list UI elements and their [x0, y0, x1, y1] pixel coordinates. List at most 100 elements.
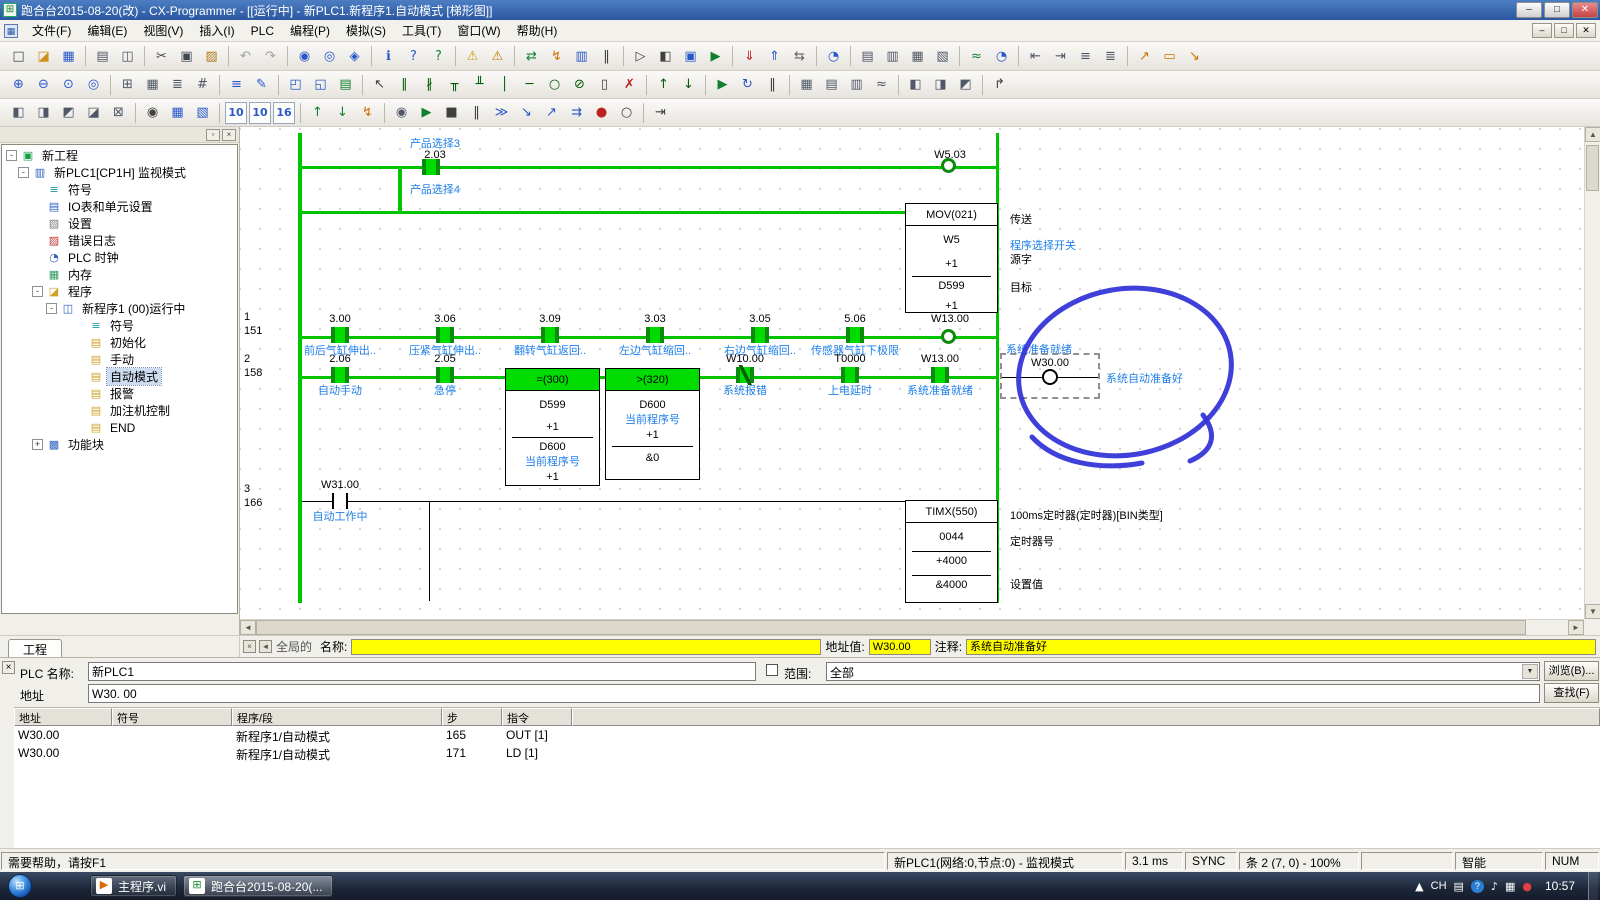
result-row[interactable]: W30.00 新程序1/自动模式 171 LD [1]: [14, 744, 1600, 762]
scrollbar-thumb[interactable]: [256, 620, 1526, 635]
monitor-icon[interactable]: ▥: [570, 45, 593, 67]
window-io-icon[interactable]: ▦: [906, 45, 929, 67]
auto-online-icon[interactable]: ↯: [545, 45, 568, 67]
language-indicator[interactable]: CH: [1431, 880, 1447, 892]
tree-item-settings[interactable]: ▧ 设置: [2, 215, 237, 232]
zoom-in-icon[interactable]: ⊕: [7, 74, 30, 96]
menu-item[interactable]: 工具(T): [394, 19, 449, 42]
split-window-button-2[interactable]: ◄: [259, 640, 272, 653]
debug-mode-icon[interactable]: ◧: [654, 45, 677, 67]
column-header-address[interactable]: 地址: [14, 708, 112, 726]
chevron-down-icon[interactable]: ▼: [1522, 664, 1538, 679]
menu-item[interactable]: PLC: [243, 21, 282, 41]
address-reference-icon[interactable]: ◈: [343, 45, 366, 67]
replace-icon[interactable]: ◎: [318, 45, 341, 67]
monitor-signed-decimal-icon[interactable]: 10: [249, 102, 271, 124]
nc-contact[interactable]: W10.00系统报错: [705, 353, 785, 397]
find-button[interactable]: 查找(F): [1544, 683, 1599, 703]
contact-nc-icon[interactable]: ∦: [418, 74, 441, 96]
tree-item-section-auto[interactable]: ▤ 自动模式: [2, 368, 237, 385]
copy-icon[interactable]: ▣: [175, 45, 198, 67]
work-online-icon[interactable]: ⇄: [520, 45, 543, 67]
split-window-button[interactable]: ×: [243, 640, 256, 653]
menu-item[interactable]: 帮助(H): [509, 19, 566, 42]
or-contact-nc-icon[interactable]: ╨: [468, 74, 491, 96]
scroll-right-icon[interactable]: ►: [1568, 620, 1584, 635]
tree-item-section-end[interactable]: ▤ END: [2, 419, 237, 436]
close-all-icon[interactable]: ⊠: [107, 102, 130, 124]
indent-left-icon[interactable]: ⇤: [1024, 45, 1047, 67]
contact[interactable]: 5.06传感器气缸下极限: [815, 313, 895, 357]
result-row[interactable]: W30.00 新程序1/自动模式 165 OUT [1]: [14, 726, 1600, 744]
menu-item[interactable]: 插入(I): [191, 19, 242, 42]
menu-item[interactable]: 文件(F): [24, 19, 79, 42]
column-header-instruction[interactable]: 指令: [502, 708, 572, 726]
monitor-mode-icon[interactable]: ▣: [679, 45, 702, 67]
transfer-to-plc-icon[interactable]: ⇓: [738, 45, 761, 67]
contact[interactable]: 3.05右边气缸缩回..: [720, 313, 800, 357]
notification-icon[interactable]: ●: [1522, 880, 1532, 893]
simulate-icon[interactable]: ▶: [711, 74, 734, 96]
print-icon[interactable]: ▤: [91, 45, 114, 67]
tree-item-plc-clock[interactable]: ◔ PLC 时钟: [2, 249, 237, 266]
function-block-icon[interactable]: ◰: [284, 74, 307, 96]
draw-rect-icon[interactable]: ▭: [1158, 45, 1181, 67]
pause-monitor-icon[interactable]: ‖: [595, 45, 618, 67]
child-restore-button[interactable]: □: [1554, 23, 1574, 38]
monitor-view-icon[interactable]: ▦: [166, 102, 189, 124]
taskbar-button-cx-programmer[interactable]: ⊞ 跑合台2015-08-20(...: [183, 875, 333, 897]
data-trace-icon[interactable]: ≈: [870, 74, 893, 96]
mov-instruction-box[interactable]: MOV(021) W5 +1 D599 +1: [905, 203, 998, 313]
volume-icon[interactable]: ♪: [1491, 880, 1498, 893]
window-watch-icon[interactable]: ▧: [931, 45, 954, 67]
mdi-child-icon[interactable]: ▦: [4, 24, 18, 38]
contact[interactable]: W31.00自动工作中: [300, 479, 380, 523]
continuous-step-icon[interactable]: ⇉: [565, 102, 588, 124]
window-cascade-icon[interactable]: ◩: [954, 74, 977, 96]
tree-expander-icon[interactable]: -: [32, 286, 43, 297]
step-run-icon[interactable]: ≫: [490, 102, 513, 124]
output-coil[interactable]: [941, 158, 956, 173]
paste-icon[interactable]: ▨: [200, 45, 223, 67]
contact[interactable]: 2.05急停: [405, 353, 485, 397]
window-mnemonic-icon[interactable]: ▥: [881, 45, 904, 67]
horizontal-scrollbar[interactable]: ◄ ►: [240, 619, 1584, 635]
cut-icon[interactable]: ✂: [150, 45, 173, 67]
close-tree-panel-button[interactable]: ×: [222, 129, 236, 141]
tree-item-new-project[interactable]: - ▣ 新工程: [2, 147, 237, 164]
info-icon[interactable]: ℹ: [377, 45, 400, 67]
keyboard-icon[interactable]: ▤: [1454, 880, 1464, 893]
draw-free-icon[interactable]: ↘: [1183, 45, 1206, 67]
name-field[interactable]: [351, 639, 821, 655]
tree-item-section-manual[interactable]: ▤ 手动: [2, 351, 237, 368]
coil-no-icon[interactable]: ○: [543, 74, 566, 96]
window-split-v-icon[interactable]: ◨: [929, 74, 952, 96]
arrange-icons-icon[interactable]: ◪: [82, 102, 105, 124]
tree-expander-icon[interactable]: +: [32, 439, 43, 450]
vertical-line-icon[interactable]: │: [493, 74, 516, 96]
simulate-scan-icon[interactable]: ↻: [736, 74, 759, 96]
zoom-out-icon[interactable]: ⊖: [32, 74, 55, 96]
or-contact-no-icon[interactable]: ╥: [443, 74, 466, 96]
menu-item[interactable]: 编程(P): [282, 19, 338, 42]
tree-expander-icon[interactable]: -: [18, 167, 29, 178]
undo-icon[interactable]: ↶: [234, 45, 257, 67]
contact-no-icon[interactable]: ∥: [393, 74, 416, 96]
go-to-end-icon[interactable]: ⇥: [649, 102, 672, 124]
align-list-icon[interactable]: ≣: [1099, 45, 1122, 67]
simulate-pause-icon[interactable]: ‖: [761, 74, 784, 96]
breakpoint-icon[interactable]: ●: [590, 102, 613, 124]
tree-item-section-alarm[interactable]: ▤ 报警: [2, 385, 237, 402]
menu-item[interactable]: 窗口(W): [449, 19, 508, 42]
horizontal-line-icon[interactable]: ─: [518, 74, 541, 96]
help-tray-icon[interactable]: ?: [1471, 880, 1484, 893]
address-value-field[interactable]: W30.00: [869, 639, 931, 655]
context-help-icon[interactable]: ?: [427, 45, 450, 67]
sim-online-icon[interactable]: ◉: [390, 102, 413, 124]
maximize-button[interactable]: □: [1544, 2, 1570, 18]
ladder-editor[interactable]: 产品选择3 2.03 产品选择4 W5.03 MOV(021) W5 +1 D5…: [240, 127, 1584, 619]
contact[interactable]: W13.00系统准备就绪: [900, 353, 980, 397]
menu-item[interactable]: 视图(V): [135, 19, 191, 42]
draw-line-icon[interactable]: ↗: [1133, 45, 1156, 67]
window-symbol-icon[interactable]: ▤: [856, 45, 879, 67]
